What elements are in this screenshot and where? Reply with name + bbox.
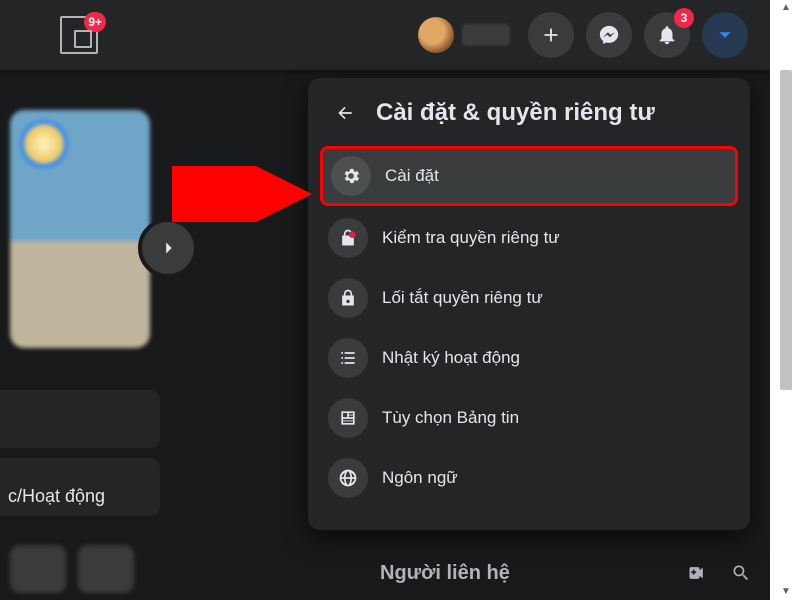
settings-privacy-panel: Cài đặt & quyền riêng tư Cài đặt Kiểm tr… <box>308 78 750 530</box>
menu-item-privacy-shortcuts[interactable]: Lối tắt quyền riêng tư <box>320 270 738 326</box>
menu-item-label: Ngôn ngữ <box>382 468 458 488</box>
scrollbar-thumb[interactable] <box>780 70 792 390</box>
menu-item-activity-log[interactable]: Nhật ký hoạt động <box>320 330 738 386</box>
messenger-icon <box>598 24 620 46</box>
menu-item-language[interactable]: Ngôn ngữ <box>320 450 738 506</box>
panel-title: Cài đặt & quyền riêng tư <box>376 99 655 127</box>
browser-scrollbar[interactable]: ▲ ▼ <box>770 0 800 600</box>
contacts-section: Người liên hệ <box>380 554 760 592</box>
account-menu-button[interactable] <box>702 12 748 58</box>
story-card[interactable] <box>10 110 150 348</box>
arrow-right-icon <box>157 237 179 259</box>
menu-item-settings[interactable]: Cài đặt <box>320 146 738 206</box>
menu-item-privacy-checkup[interactable]: Kiểm tra quyền riêng tư <box>320 210 738 266</box>
messenger-button[interactable] <box>586 12 632 58</box>
lock-icon <box>328 278 368 318</box>
globe-icon <box>328 458 368 498</box>
profile-avatar[interactable] <box>418 17 454 53</box>
story-next-button[interactable] <box>138 218 198 278</box>
menu-item-label: Nhật ký hoạt động <box>382 348 520 368</box>
contacts-label: Người liên hệ <box>380 562 672 585</box>
top-nav-bar: 9+ 3 <box>0 0 770 70</box>
lock-heart-icon <box>328 218 368 258</box>
story-avatar <box>20 120 68 168</box>
menu-item-news-feed-prefs[interactable]: Tùy chọn Bảng tin <box>320 390 738 446</box>
gear-icon <box>331 156 371 196</box>
plus-icon <box>540 24 562 46</box>
left-tab-label[interactable]: c/Hoạt động <box>8 486 105 507</box>
video-plus-icon <box>687 563 707 583</box>
bell-icon <box>656 24 678 46</box>
feed-icon <box>328 398 368 438</box>
list-icon <box>328 338 368 378</box>
menu-item-label: Lối tắt quyền riêng tư <box>382 288 543 308</box>
left-thumbnails <box>10 545 134 593</box>
watch-tab-icon[interactable]: 9+ <box>60 16 98 54</box>
watch-badge: 9+ <box>84 12 106 32</box>
search-icon <box>731 563 751 583</box>
create-button[interactable] <box>528 12 574 58</box>
contacts-search-button[interactable] <box>722 554 760 592</box>
arrow-left-icon <box>335 103 355 123</box>
profile-name-blurred <box>462 24 510 46</box>
left-panel-block <box>0 390 160 448</box>
panel-back-button[interactable] <box>326 94 364 132</box>
menu-item-label: Kiểm tra quyền riêng tư <box>382 228 560 248</box>
scroll-down-icon[interactable]: ▼ <box>780 586 792 598</box>
contacts-new-room-button[interactable] <box>678 554 716 592</box>
annotation-arrow <box>170 166 320 222</box>
menu-item-label: Cài đặt <box>385 166 439 186</box>
notifications-button[interactable]: 3 <box>644 12 690 58</box>
menu-item-label: Tùy chọn Bảng tin <box>382 408 519 428</box>
caret-down-icon <box>714 24 736 46</box>
scroll-up-icon[interactable]: ▲ <box>780 2 792 14</box>
settings-menu: Cài đặt Kiểm tra quyền riêng tư Lối tắt … <box>320 146 738 506</box>
notifications-badge: 3 <box>674 8 694 28</box>
